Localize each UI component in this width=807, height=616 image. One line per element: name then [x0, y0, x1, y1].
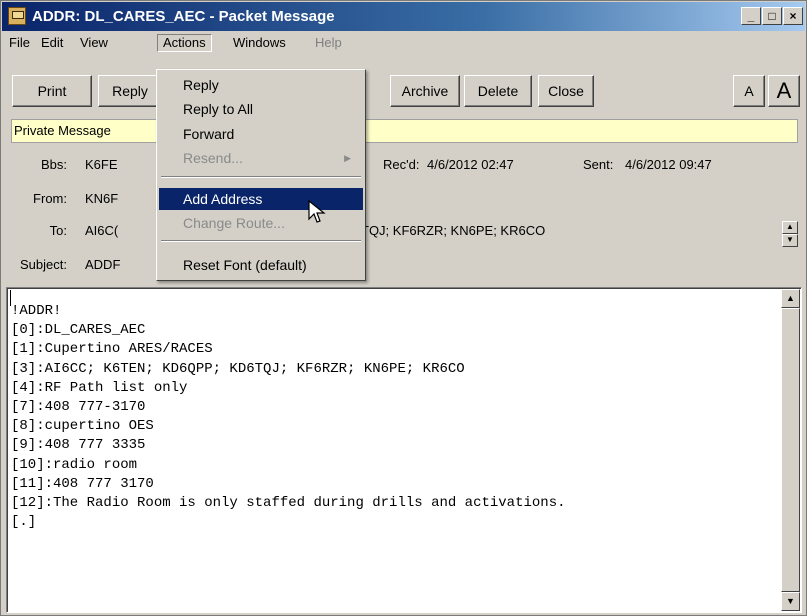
menu-reply-to-all[interactable]: Reply to All	[159, 98, 363, 120]
from-value: KN6F	[85, 191, 119, 206]
print-button[interactable]: Print	[12, 75, 92, 107]
spin-up-icon[interactable]: ▲	[782, 221, 798, 234]
packet-message-window: ADDR: DL_CARES_AEC - Packet Message _ □ …	[0, 0, 807, 616]
recd-value: 4/6/2012 02:47	[427, 157, 514, 172]
bbs-value: K6FE	[85, 157, 118, 172]
menu-reset-font[interactable]: Reset Font (default)	[159, 254, 363, 276]
menu-forward[interactable]: Forward	[159, 123, 363, 145]
app-icon	[8, 7, 26, 25]
menu-edit[interactable]: Edit	[36, 34, 68, 52]
minimize-icon[interactable]: _	[741, 7, 761, 25]
window-title: ADDR: DL_CARES_AEC - Packet Message	[32, 8, 335, 25]
delete-button[interactable]: Delete	[464, 75, 532, 107]
menu-view[interactable]: View	[75, 34, 113, 52]
menu-change-route[interactable]: Change Route...	[159, 212, 363, 234]
close-icon[interactable]: ×	[783, 7, 803, 25]
sent-value: 4/6/2012 09:47	[625, 157, 712, 172]
scroll-thumb[interactable]	[781, 308, 800, 592]
toolbar: Print Reply Archive Delete Close A A	[2, 55, 805, 117]
from-label: From:	[33, 191, 67, 206]
font-smaller-button[interactable]: A	[733, 75, 765, 107]
message-body[interactable]: !ADDR! [0]:DL_CARES_AEC [1]:Cupertino AR…	[6, 287, 802, 613]
recd-label: Rec'd:	[383, 157, 420, 172]
bbs-label: Bbs:	[40, 157, 67, 172]
to-value-left: AI6C(	[85, 223, 119, 238]
mouse-pointer-icon	[308, 200, 326, 223]
reply-button[interactable]: Reply	[98, 75, 162, 107]
vertical-scrollbar[interactable]: ▲ ▼	[781, 289, 800, 611]
to-value-right: TQJ; KF6RZR; KN6PE; KR6CO	[361, 223, 546, 238]
title-bar[interactable]: ADDR: DL_CARES_AEC - Packet Message _ □ …	[2, 2, 805, 31]
to-spinner[interactable]: ▲ ▼	[782, 221, 798, 247]
menu-add-address[interactable]: Add Address	[159, 188, 363, 210]
menu-reply[interactable]: Reply	[159, 74, 363, 96]
menu-resend[interactable]: Resend... ▶	[159, 147, 363, 169]
maximize-icon[interactable]: □	[762, 7, 782, 25]
sent-label: Sent:	[583, 157, 614, 172]
menu-file[interactable]: File	[4, 34, 35, 52]
private-message-banner: Private Message	[11, 119, 798, 143]
menu-windows[interactable]: Windows	[228, 34, 291, 52]
menu-actions[interactable]: Actions	[157, 34, 212, 52]
subject-value: ADDF	[85, 257, 121, 272]
menu-separator	[161, 240, 361, 242]
actions-dropdown-menu: Reply Reply to All Forward Resend... ▶ A…	[156, 69, 366, 281]
message-body-text: !ADDR! [0]:DL_CARES_AEC [1]:Cupertino AR…	[11, 303, 566, 531]
menu-bar: File Edit View Actions Windows Help	[2, 32, 805, 54]
scroll-down-icon[interactable]: ▼	[781, 592, 800, 611]
menu-help[interactable]: Help	[310, 34, 347, 52]
submenu-arrow-icon: ▶	[344, 153, 351, 163]
subject-label: Subject:	[20, 257, 67, 272]
menu-separator	[161, 176, 361, 178]
to-label: To:	[49, 223, 67, 238]
close-button[interactable]: Close	[538, 75, 594, 107]
spin-down-icon[interactable]: ▼	[782, 234, 798, 247]
menu-resend-label: Resend...	[183, 150, 243, 166]
scroll-up-icon[interactable]: ▲	[781, 289, 800, 308]
archive-button[interactable]: Archive	[390, 75, 460, 107]
font-larger-button[interactable]: A	[768, 75, 800, 107]
